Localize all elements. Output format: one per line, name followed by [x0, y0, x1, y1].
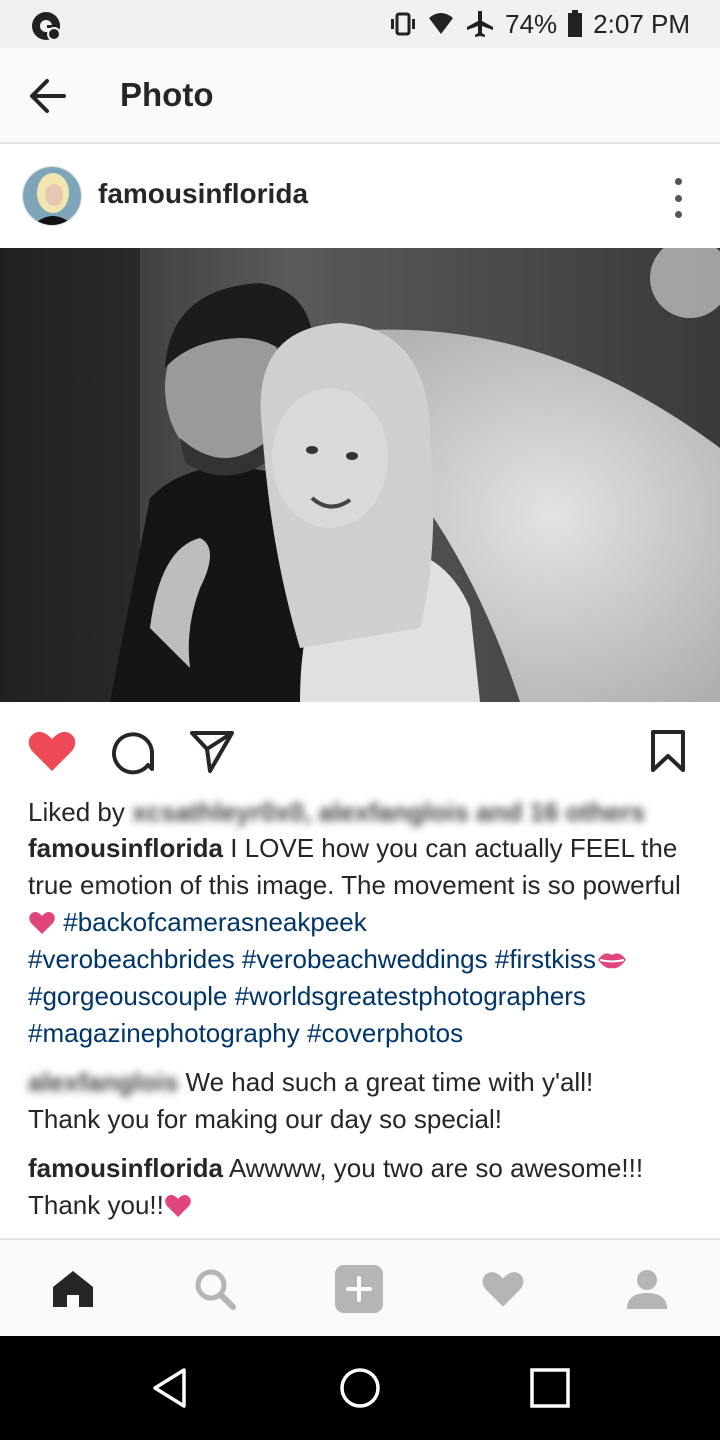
battery-icon	[567, 10, 583, 38]
post-username[interactable]: famousinflorida	[98, 178, 308, 210]
post-caption: famousinflorida I LOVE how you can actua…	[28, 830, 698, 1052]
avatar[interactable]	[22, 166, 82, 226]
like-button[interactable]	[26, 726, 78, 776]
vibrate-icon	[389, 10, 417, 38]
home-icon	[53, 1271, 93, 1307]
page-title: Photo	[120, 76, 214, 113]
more-options-button[interactable]	[666, 178, 690, 218]
pink-heart-emoji-icon	[165, 1195, 191, 1217]
search-icon	[195, 1269, 236, 1310]
nav-home[interactable]	[48, 1264, 98, 1314]
wifi-icon	[427, 10, 455, 38]
add-icon	[335, 1265, 383, 1313]
app-notification-icon	[30, 10, 62, 42]
bottom-navigation	[0, 1238, 720, 1336]
caption-username[interactable]: famousinflorida	[28, 833, 223, 863]
send-icon	[190, 731, 234, 773]
hashtags-2[interactable]: #verobeachbrides #verobeachweddings #fir…	[28, 944, 596, 974]
back-button[interactable]	[22, 74, 72, 118]
bookmark-icon	[651, 730, 685, 772]
hashtags-4[interactable]: #magazinephotography #coverphotos	[28, 1018, 463, 1048]
save-button[interactable]	[642, 726, 694, 776]
recents-square-icon	[530, 1368, 570, 1408]
comment-item: famousinflorida Awwww, you two are so aw…	[28, 1150, 698, 1224]
liked-by-names[interactable]: xcsathleyr0x0, alexfanglois and 16 other…	[132, 797, 645, 827]
nav-search[interactable]	[190, 1264, 240, 1314]
back-triangle-icon	[153, 1368, 186, 1408]
system-navigation-bar	[0, 1336, 720, 1440]
comment-username[interactable]: alexfanglois	[28, 1067, 178, 1097]
comment-text: Awwww, you two are so awesome!!!	[228, 1153, 644, 1183]
comment-button[interactable]	[106, 726, 158, 776]
comment-text-line2: Thank you for making our day so special!	[28, 1104, 503, 1134]
liked-by-label: Liked by	[28, 797, 125, 827]
post-photo[interactable]	[0, 248, 720, 702]
nav-activity[interactable]	[478, 1264, 528, 1314]
hashtags-1[interactable]: #backofcamerasneakpeek	[63, 907, 367, 937]
share-button[interactable]	[186, 726, 238, 776]
system-home-button[interactable]	[338, 1366, 382, 1410]
comment-text-line2: Thank you!!	[28, 1190, 164, 1220]
hashtags-3[interactable]: #gorgeouscouple #worldsgreatestphotograp…	[28, 981, 586, 1011]
more-vertical-icon	[674, 178, 682, 185]
home-circle-icon	[340, 1368, 380, 1408]
system-recents-button[interactable]	[528, 1366, 572, 1410]
post-actions	[0, 702, 720, 794]
nav-profile[interactable]	[622, 1264, 672, 1314]
post-header: famousinflorida	[0, 146, 720, 248]
nav-add[interactable]	[334, 1264, 384, 1314]
comment-icon	[112, 732, 154, 775]
likes-summary[interactable]: Liked by xcsathleyr0x0, alexfanglois and…	[28, 794, 698, 830]
clock: 2:07 PM	[593, 8, 690, 39]
comment-text: We had such a great time with y'all!	[185, 1067, 594, 1097]
comment-item: alexfanglois We had such a great time wi…	[28, 1064, 698, 1138]
comment-username[interactable]: famousinflorida	[28, 1153, 223, 1183]
activity-heart-icon	[482, 1272, 524, 1307]
post-details: Liked by xcsathleyr0x0, alexfanglois and…	[28, 794, 698, 1224]
system-back-button[interactable]	[148, 1366, 192, 1410]
profile-icon	[627, 1270, 667, 1309]
battery-percent: 74%	[505, 8, 558, 39]
arrow-left-icon	[30, 79, 66, 113]
airplane-icon	[465, 9, 495, 39]
app-bar: Photo	[0, 48, 720, 144]
status-bar: 74% 2:07 PM	[0, 0, 720, 48]
heart-filled-icon	[28, 731, 76, 771]
pink-heart-emoji-icon	[29, 912, 55, 934]
kiss-lips-emoji-icon	[598, 953, 626, 969]
